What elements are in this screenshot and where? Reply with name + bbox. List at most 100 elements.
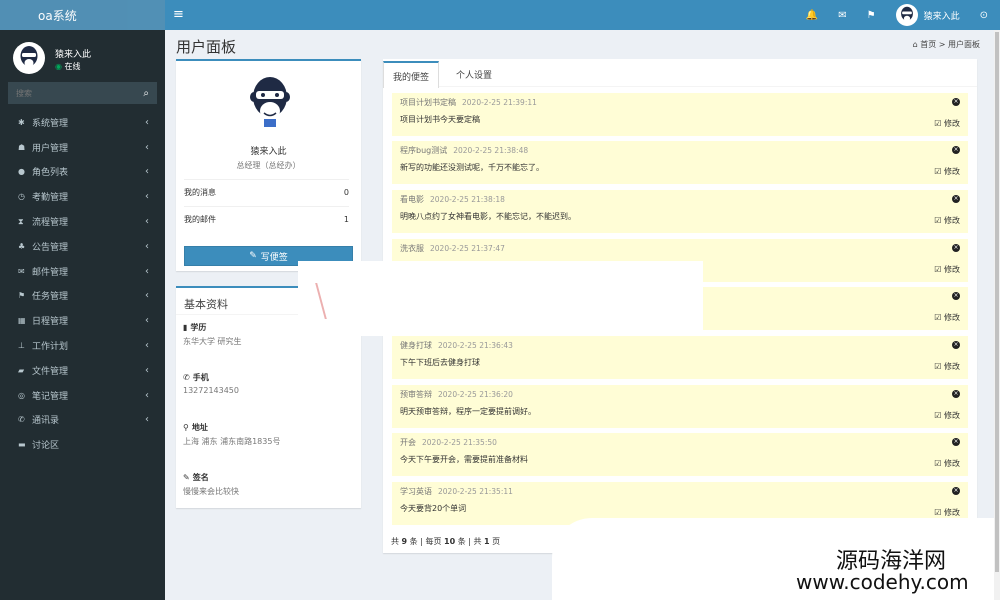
sidebar-item-attendance[interactable]: ◷ 考勤管理 ‹ [0,184,165,209]
tab-my-notes[interactable]: 我的便签 [383,61,440,88]
sidebar-item-users[interactable]: ☗ 用户管理 ‹ [0,135,165,160]
close-icon[interactable]: × [952,390,960,398]
close-icon[interactable]: × [952,438,960,446]
envelope-icon: ✉ [18,266,25,276]
phone-label: 手机 [192,373,209,382]
sidebar-item-label: 流程管理 [32,218,69,229]
user-panel: 猿来入此 ◉ 在线 [0,30,165,82]
pencil-icon: ✎ [183,473,190,482]
close-icon[interactable]: × [952,98,960,106]
sidebar: 猿来入此 ◉ 在线 ⌕ ✱ 系统管理 ‹ ☗ 用户管理 ‹ ● 角色列表 ‹ ◷ 考勤管理 ‹ … [0,30,165,600]
edit-button[interactable]: ☑ 修改 [934,166,960,177]
avatar [895,4,918,26]
sidebar-search: ⌕ [8,82,157,104]
sidebar-item-roles[interactable]: ● 角色列表 ‹ [0,160,165,185]
bell-icon[interactable]: 🔔 [806,10,818,21]
edit-icon: ☑ [934,459,942,468]
note-date: 2020-2-25 21:35:50 [422,438,497,447]
flag-icon: ⚑ [18,291,26,301]
phone-icon: ✆ [18,415,25,425]
pagination-summary: 共 9 条 | 每页 10 条 | 共 1 页 [391,537,501,546]
sidebar-item-notices[interactable]: ♣ 公告管理 ‹ [0,234,165,259]
avatar [13,42,45,74]
chevron-left-icon: ‹ [145,265,149,277]
search-input[interactable] [16,88,126,98]
note-item: 程序bug测试 2020-2-25 21:38:48 新写的功能还没测试呢，千万不… [392,141,968,184]
header-username: 猿来入此 [923,11,960,22]
status-text: 在线 [64,62,81,71]
envelope-icon[interactable]: ✉ [838,10,846,21]
signature-label: 签名 [192,473,209,482]
scrollbar-thumb[interactable] [995,32,999,572]
edit-button[interactable]: ☑ 修改 [934,507,960,518]
close-icon[interactable]: × [952,244,960,252]
nav-right: 🔔 ✉ ⚑ 猿来入此 ⊙ [806,0,988,30]
sidebar-item-label: 讨论区 [32,441,60,452]
edit-button[interactable]: ☑ 修改 [934,264,960,275]
sidebar-item-process[interactable]: ⧗ 流程管理 ‹ [0,209,165,234]
user-menu[interactable]: 猿来入此 [895,4,960,26]
close-icon[interactable]: × [952,195,960,203]
sidebar-item-schedule[interactable]: ▦ 日程管理 ‹ [0,308,165,333]
edit-button[interactable]: ☑ 修改 [934,458,960,469]
sidebar-item-tasks[interactable]: ⚑ 任务管理 ‹ [0,284,165,309]
note-body: 明天预审答辩，程序一定要提前调好。 [400,407,536,416]
edit-icon: ☑ [934,265,942,274]
chevron-left-icon: ‹ [145,240,149,252]
sidebar-item-mail[interactable]: ✉ 邮件管理 ‹ [0,259,165,284]
sidebar-item-contacts[interactable]: ✆ 通讯录 ‹ [0,408,165,433]
messages-row[interactable]: 我的消息 0 [184,179,349,205]
bell-icon: ♣ [18,241,26,251]
chevron-left-icon: ‹ [145,389,149,401]
top-navbar: ≡ 🔔 ✉ ⚑ 猿来入此 ⊙ [165,0,1000,30]
mail-row[interactable]: 我的邮件 1 [184,206,349,232]
note-title: 项目计划书定稿 [400,98,456,107]
edit-button[interactable]: ☑ 修改 [934,215,960,226]
search-icon[interactable]: ⌕ [143,88,149,99]
edit-button[interactable]: ☑ 修改 [934,361,960,372]
sidebar-item-files[interactable]: ▰ 文件管理 ‹ [0,358,165,383]
sidebar-menu: ✱ 系统管理 ‹ ☗ 用户管理 ‹ ● 角色列表 ‹ ◷ 考勤管理 ‹ ⧗ 流程管理 ‹ ♣ 公告管理… [0,110,165,457]
profile-role: 总经理（总经办） [236,161,301,170]
gear-icon: ✱ [18,117,25,127]
menu-toggle-icon[interactable]: ≡ [173,7,184,22]
settings-icon[interactable]: ⊙ [980,10,988,21]
sidebar-item-system[interactable]: ✱ 系统管理 ‹ [0,110,165,135]
close-icon[interactable]: × [952,341,960,349]
breadcrumb-home[interactable]: 首页 [920,40,936,49]
note-body: 新写的功能还没测试呢，千万不能忘了。 [400,163,544,172]
edit-button[interactable]: ☑ 修改 [934,312,960,323]
decorative-mark [315,283,331,319]
folder-icon: ▰ [18,365,25,375]
note-title: 预审答辩 [400,390,432,399]
note-body: 今天要背20个单词 [400,504,467,513]
sidebar-item-label: 工作计划 [32,342,69,353]
app-logo[interactable]: oa系统 [0,0,165,30]
pin-icon: ⊥ [18,341,25,351]
user-icon: ● [18,167,25,177]
signature-value: 慢慢来会比较快 [183,487,239,496]
note-item: 看电影 2020-2-25 21:38:18 明晚八点约了女神看电影，不能忘记，不… [392,190,968,233]
education-value: 东华大学 研究生 [183,337,242,346]
pin-icon: ✎ [249,251,257,261]
sidebar-item-plans[interactable]: ⊥ 工作计划 ‹ [0,333,165,358]
sidebar-item-label: 角色列表 [32,168,69,179]
clock-icon: ◷ [18,192,25,202]
sidebar-item-notes[interactable]: ◎ 笔记管理 ‹ [0,383,165,408]
chevron-left-icon: ‹ [145,414,149,426]
close-icon[interactable]: × [952,292,960,300]
note-title: 洗衣服 [400,244,424,253]
note-body: 项目计划书今天要定稿 [400,115,480,124]
flag-icon[interactable]: ⚑ [867,10,876,21]
close-icon[interactable]: × [952,487,960,495]
note-body: 下午下班后去健身打球 [400,358,480,367]
sidebar-item-forum[interactable]: ▬ 讨论区 [0,432,165,457]
edit-button[interactable]: ☑ 修改 [934,410,960,421]
sidebar-item-label: 用户管理 [32,143,69,154]
per-page-count: 10 [444,537,456,546]
edit-button[interactable]: ☑ 修改 [934,118,960,129]
close-icon[interactable]: × [952,146,960,154]
tab-personal-settings[interactable]: 个人设置 [447,61,501,88]
breadcrumb: ⌂ 首页 > 用户面板 [913,39,980,50]
page-scrollbar[interactable] [994,30,1000,600]
